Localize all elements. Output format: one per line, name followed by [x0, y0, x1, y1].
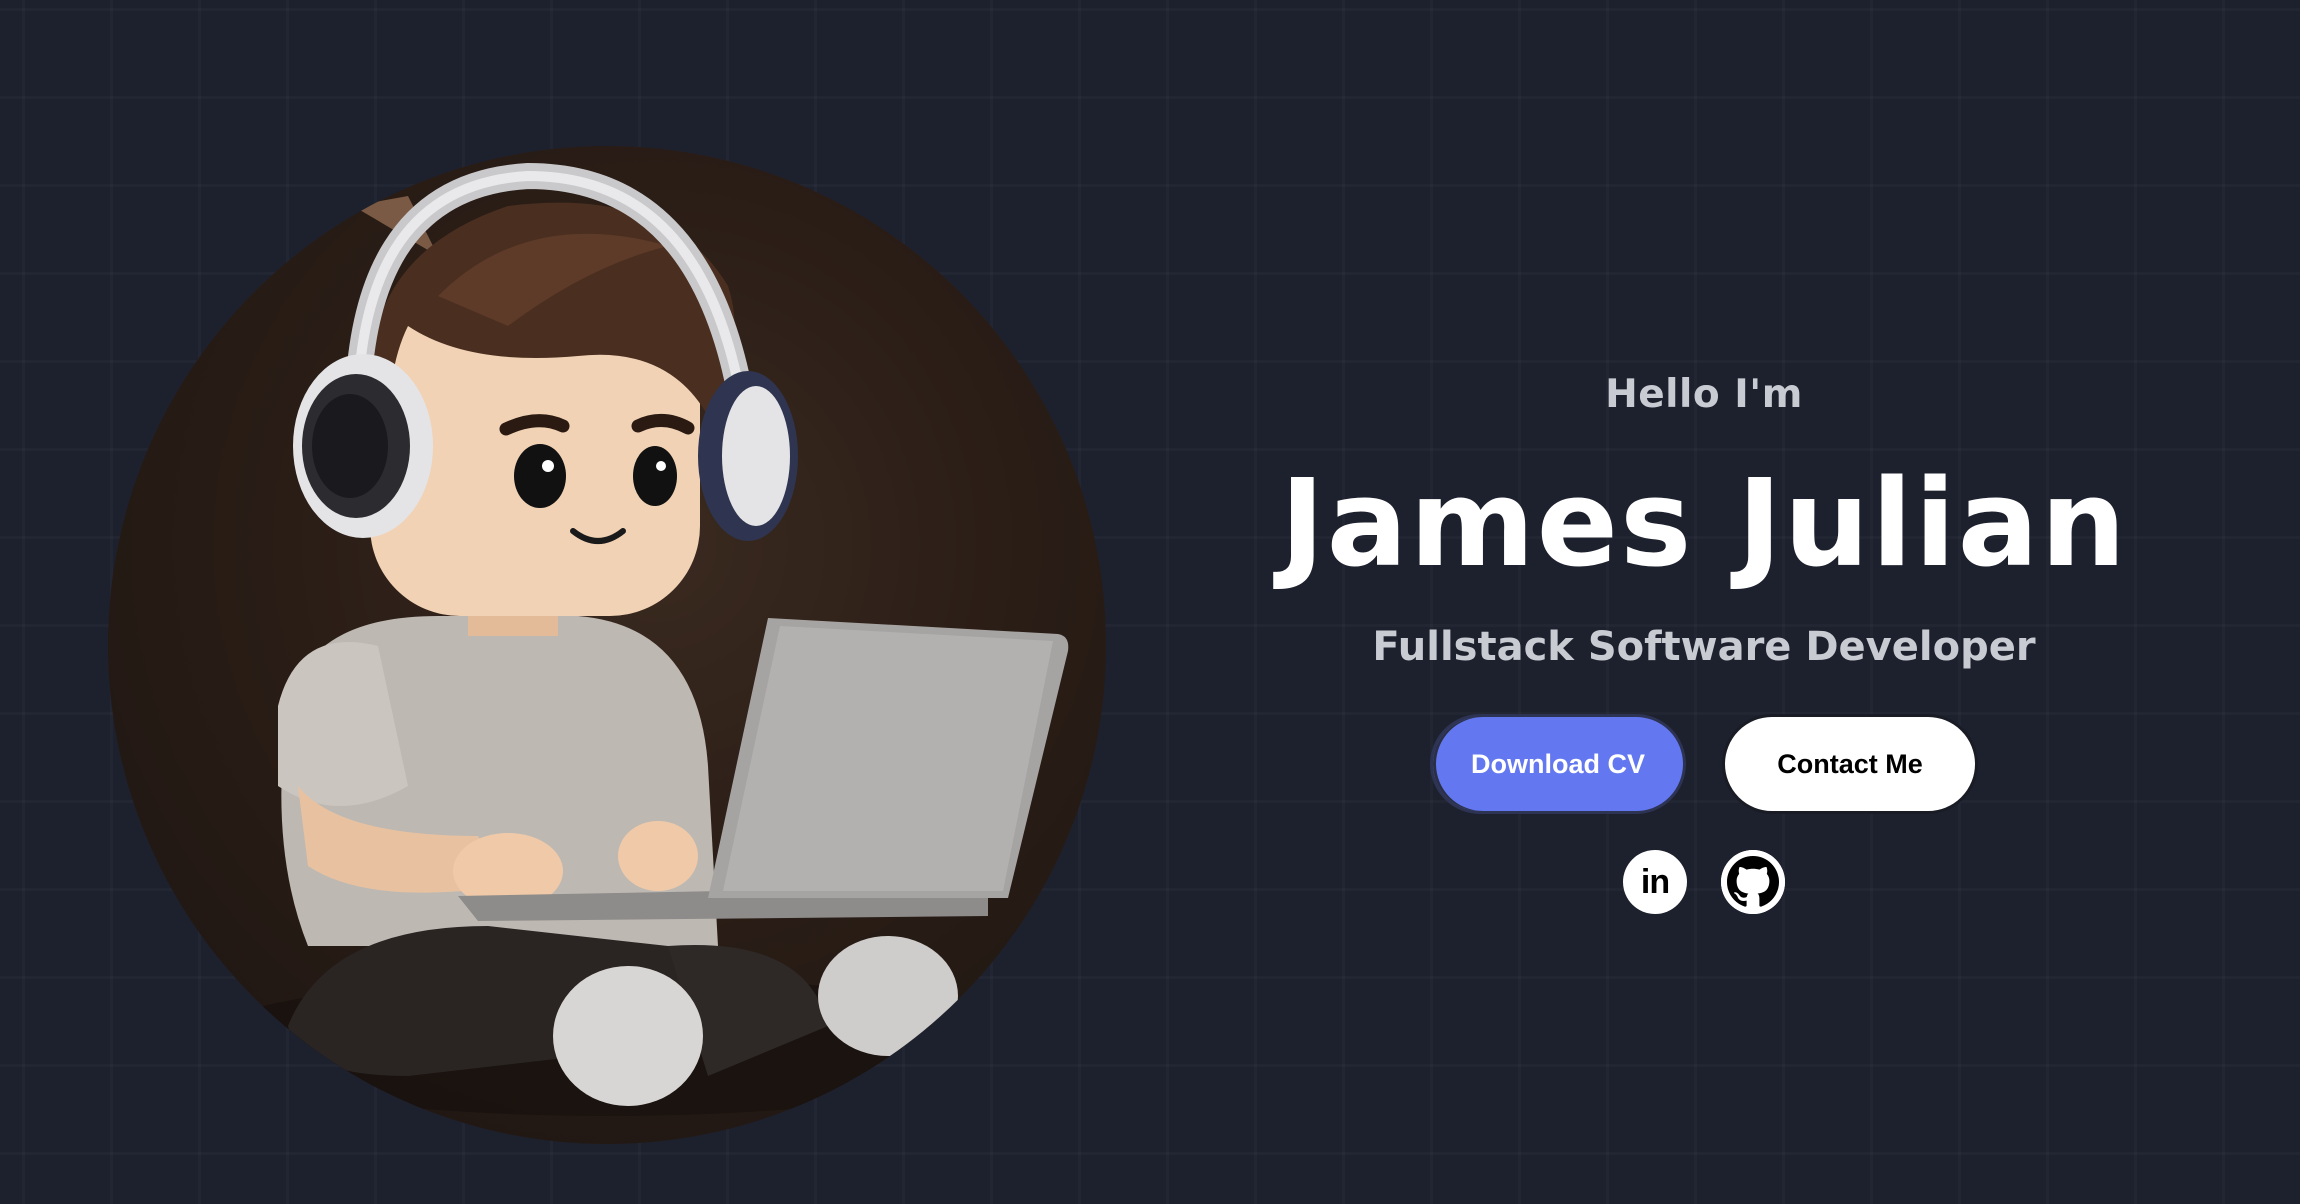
github-link[interactable]: [1721, 850, 1785, 914]
linkedin-icon: in: [1640, 863, 1670, 901]
hero-buttons: Download CV Contact Me: [1200, 714, 2208, 814]
social-links: in: [1200, 850, 2208, 914]
github-icon: [1721, 850, 1785, 914]
avatar-illustration: [188, 162, 1069, 1116]
greeting-text: Hello I'm: [1605, 372, 1803, 417]
hero-section: Hello I'm James Julian Fullstack Softwar…: [1200, 360, 2208, 914]
hero-name: James Julian: [1279, 455, 2128, 594]
profile-avatar: [108, 146, 1106, 1144]
download-cv-button[interactable]: Download CV: [1430, 714, 1686, 814]
linkedin-link[interactable]: in: [1623, 850, 1687, 914]
hero-role: Fullstack Software Developer: [1372, 624, 2036, 670]
contact-me-button[interactable]: Contact Me: [1722, 714, 1978, 814]
